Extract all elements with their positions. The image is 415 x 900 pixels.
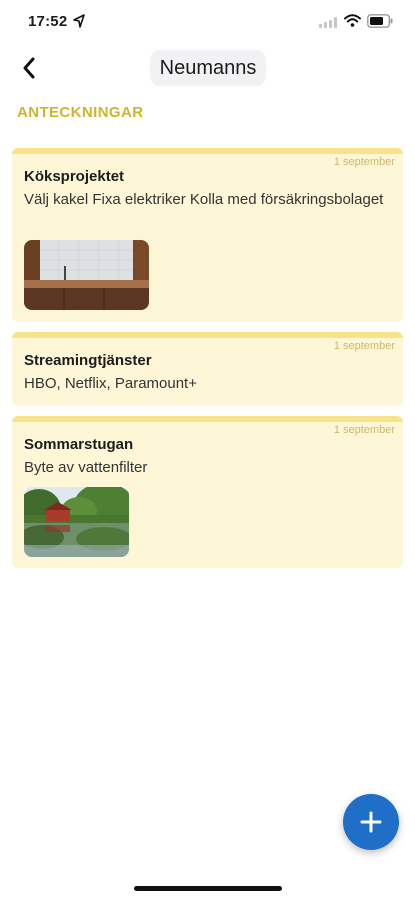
note-body: HBO, Netflix, Paramount+ — [24, 375, 197, 392]
note-date: 1 september — [333, 340, 395, 352]
status-time: 17:52 — [28, 13, 68, 30]
plus-icon — [360, 811, 382, 833]
kitchen-photo[interactable] — [24, 240, 149, 310]
note-card-koksprojektet[interactable]: 1 september Köksprojektet Välj kakel Fix… — [12, 148, 403, 322]
back-button[interactable] — [14, 52, 44, 84]
status-bar: 17:52 — [0, 0, 415, 44]
note-body: Välj kakel Fixa elektriker Kolla med för… — [24, 191, 384, 208]
note-card-sommarstugan[interactable]: 1 september Sommarstugan Byte av vattenf… — [12, 416, 403, 568]
note-title: Streamingtjänster — [24, 352, 152, 369]
note-card-streamingtjanster[interactable]: 1 september Streamingtjänster HBO, Netfl… — [12, 332, 403, 406]
location-arrow-icon — [73, 14, 85, 28]
page-title[interactable]: Neumanns — [150, 50, 266, 86]
signal-icon — [319, 17, 337, 28]
section-label: ANTECKNINGAR — [17, 104, 144, 121]
header: Neumanns — [0, 48, 415, 88]
home-indicator[interactable] — [134, 886, 282, 891]
note-body: Byte av vattenfilter — [24, 459, 148, 476]
chevron-left-icon — [23, 57, 35, 79]
note-date: 1 september — [333, 424, 395, 436]
note-title: Köksprojektet — [24, 168, 125, 185]
add-note-button[interactable] — [343, 794, 399, 850]
battery-icon — [367, 14, 393, 28]
lake-cottage-photo[interactable] — [24, 487, 129, 557]
note-title: Sommarstugan — [24, 436, 134, 453]
wifi-icon — [344, 14, 361, 27]
note-date: 1 september — [333, 156, 395, 168]
